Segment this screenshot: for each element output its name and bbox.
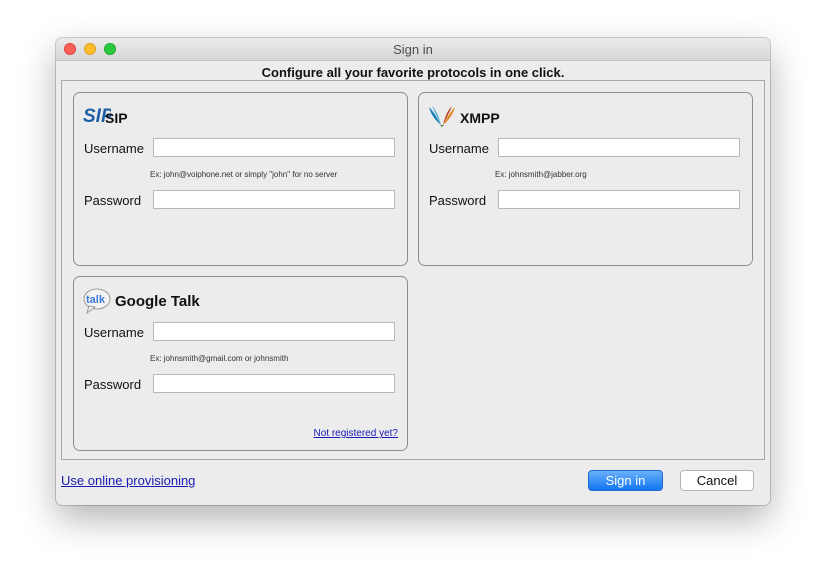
sign-in-button[interactable]: Sign in: [588, 470, 663, 491]
sip-username-hint: Ex: john@voiphone.net or simply "john" f…: [150, 170, 338, 179]
sip-panel: SIP SIP Username Ex: john@voiphone.net o…: [73, 92, 408, 266]
google-talk-panel: talk Google Talk Username Ex: johnsmith@…: [73, 276, 408, 451]
google-talk-username-hint: Ex: johnsmith@gmail.com or johnsmith: [150, 354, 289, 363]
protocols-area: SIP SIP Username Ex: john@voiphone.net o…: [61, 80, 765, 460]
google-talk-username-label: Username: [84, 325, 144, 340]
google-talk-password-input[interactable]: [153, 374, 395, 393]
cancel-button[interactable]: Cancel: [680, 470, 754, 491]
sign-in-window: Sign in Configure all your favorite prot…: [56, 38, 770, 505]
xmpp-title: XMPP: [460, 110, 500, 126]
google-talk-title: Google Talk: [115, 293, 200, 310]
xmpp-username-hint: Ex: johnsmith@jabber.org: [495, 170, 587, 179]
not-registered-link[interactable]: Not registered yet?: [314, 428, 399, 439]
sip-username-input[interactable]: [153, 138, 395, 157]
window-title: Sign in: [393, 42, 433, 57]
google-talk-logo-icon: talk: [83, 288, 113, 319]
sip-password-input[interactable]: [153, 190, 395, 209]
configure-header: Configure all your favorite protocols in…: [261, 65, 565, 80]
google-talk-username-input[interactable]: [153, 322, 395, 341]
xmpp-logo-icon: [427, 105, 457, 132]
xmpp-username-input[interactable]: [498, 138, 740, 157]
xmpp-password-label: Password: [429, 193, 487, 208]
xmpp-username-label: Username: [429, 141, 489, 156]
sip-password-label: Password: [84, 193, 142, 208]
sip-title: SIP: [105, 110, 128, 126]
sip-username-label: Username: [84, 141, 144, 156]
xmpp-panel: XMPP Username Ex: johnsmith@jabber.org P…: [418, 92, 753, 266]
google-talk-password-label: Password: [84, 377, 142, 392]
xmpp-password-input[interactable]: [498, 190, 740, 209]
title-bar[interactable]: Sign in: [56, 38, 770, 61]
online-provisioning-link[interactable]: Use online provisioning: [61, 473, 195, 488]
google-talk-logo-text: talk: [86, 294, 106, 306]
